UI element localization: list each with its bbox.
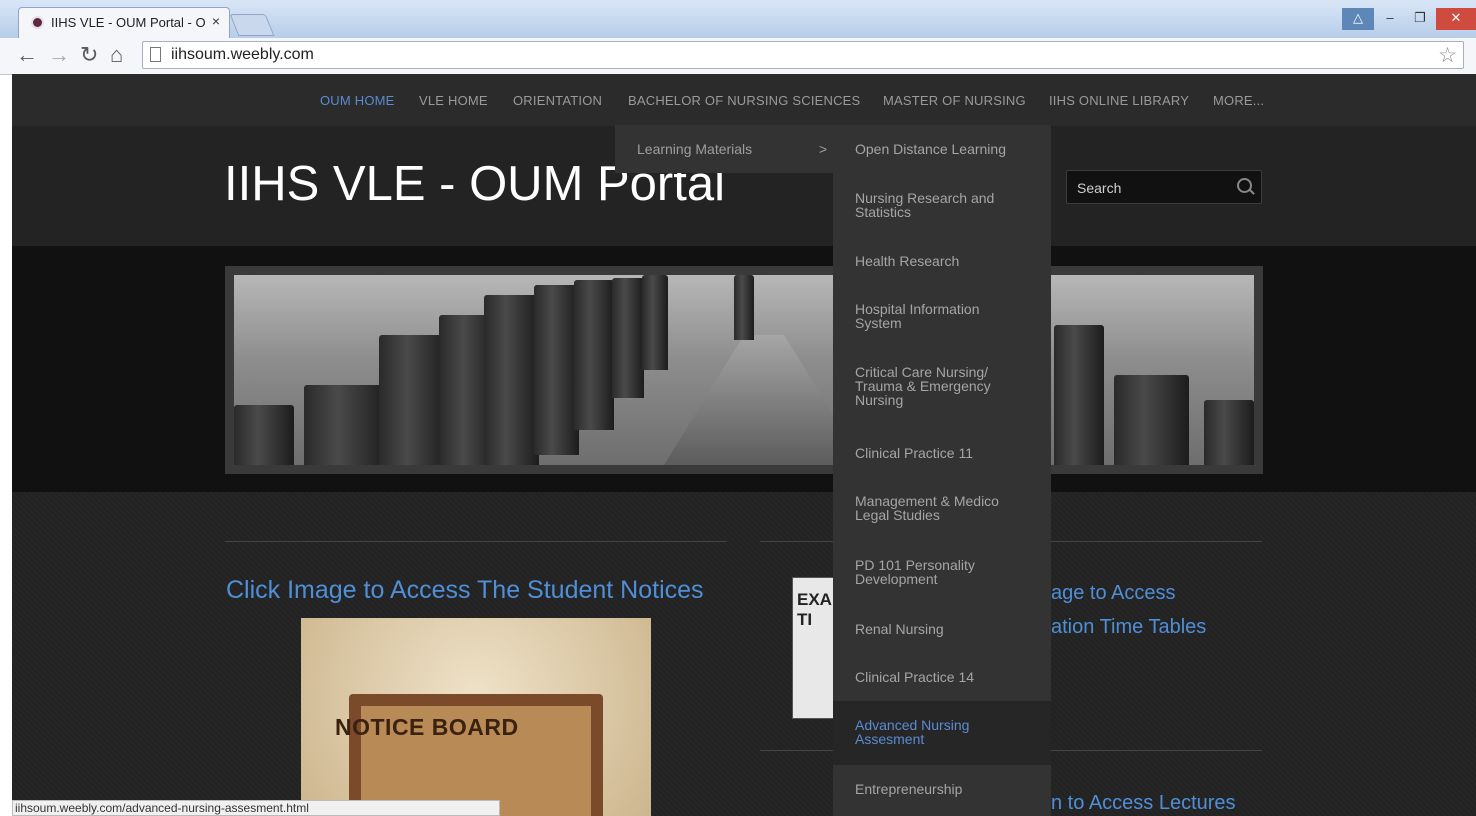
notice-board-text: NOTICE BOARD [335,714,519,740]
search-icon[interactable] [1237,178,1252,193]
bookmark-star-icon[interactable]: ☆ [1438,43,1457,68]
timetable-title-line1[interactable]: age to Access [1051,582,1176,605]
nav-vle-home[interactable]: VLE HOME [419,93,488,108]
submenu-item[interactable]: Renal Nursing [833,605,1051,653]
tab-close-icon[interactable]: × [212,13,220,29]
nav-orientation[interactable]: ORIENTATION [513,93,602,108]
nav-oum-home[interactable]: OUM HOME [320,93,395,108]
submenu-item[interactable]: Hospital Information System [833,285,1051,349]
submenu-item[interactable]: PD 101 Personality Development [833,541,1051,605]
forward-arrow-icon[interactable]: → [48,42,70,68]
new-tab-button[interactable] [229,14,275,36]
tab-title: IIHS VLE - OUM Portal - O [51,15,206,30]
page-icon [150,47,161,62]
submenu-item[interactable]: Health Research [833,237,1051,285]
nav-master-nursing[interactable]: MASTER OF NURSING [883,93,1026,108]
reload-icon[interactable]: ↻ [80,42,98,68]
web-page: OUM HOME VLE HOME ORIENTATION BACHELOR O… [12,74,1476,816]
submenu-item[interactable]: Entrepreneurship [833,765,1051,816]
search-placeholder: Search [1077,180,1122,196]
browser-titlebar: IIHS VLE - OUM Portal - O × △ – ❐ ✕ [0,0,1476,39]
nav-online-library[interactable]: IIHS ONLINE LIBRARY [1049,93,1189,108]
exam-timetable-image[interactable]: EXA TI [792,577,836,719]
timetable-title-line2[interactable]: ation Time Tables [1051,616,1206,639]
back-arrow-icon[interactable]: ← [16,42,38,68]
nav-bachelor-nursing[interactable]: BACHELOR OF NURSING SCIENCES [628,93,860,108]
lectures-title[interactable]: n to Access Lectures [1051,792,1236,815]
student-notices-title[interactable]: Click Image to Access The Student Notice… [226,576,704,605]
minimize-button[interactable]: – [1376,8,1404,30]
home-icon[interactable]: ⌂ [110,42,123,68]
browser-toolbar: ← → ↻ ⌂ iihsoum.weebly.com ☆ [0,38,1476,75]
submenu: Open Distance Learning Nursing Research … [833,125,1051,816]
divider [225,541,727,542]
restore-button[interactable]: ❐ [1406,8,1434,30]
submenu-item[interactable]: Nursing Research and Statistics [833,173,1051,237]
status-bar-url: iihsoum.weebly.com/advanced-nursing-asse… [12,800,500,816]
submenu-item[interactable]: Clinical Practice 11 [833,429,1051,477]
banner-image [234,275,1254,465]
user-icon[interactable]: △ [1342,8,1374,30]
window-controls: △ – ❐ ✕ [1342,8,1476,30]
notice-board-image[interactable]: NOTICE BOARD [301,618,651,816]
address-bar[interactable]: iihsoum.weebly.com ☆ [142,41,1464,69]
close-window-button[interactable]: ✕ [1436,8,1476,30]
url-text[interactable]: iihsoum.weebly.com [171,46,314,64]
submenu-item[interactable]: Clinical Practice 14 [833,653,1051,701]
submenu-arrow-icon: > [818,141,827,157]
submenu-item-highlighted[interactable]: Advanced Nursing Assesment [833,701,1051,765]
learning-materials-label: Learning Materials [637,141,753,157]
submenu-item[interactable]: Open Distance Learning [833,125,1051,173]
submenu-item[interactable]: Critical Care Nursing/ Trauma & Emergenc… [833,349,1051,429]
search-input[interactable]: Search [1066,170,1262,204]
nav-more[interactable]: MORE... [1213,93,1264,108]
site-navbar: OUM HOME VLE HOME ORIENTATION BACHELOR O… [12,74,1476,126]
exam-image-text: EXA TI [797,590,832,629]
browser-tab[interactable]: IIHS VLE - OUM Portal - O × [18,7,230,39]
dropdown-learning-materials[interactable]: Learning Materials > [615,125,833,173]
favicon-icon [31,16,44,29]
submenu-item[interactable]: Management & Medico Legal Studies [833,477,1051,541]
